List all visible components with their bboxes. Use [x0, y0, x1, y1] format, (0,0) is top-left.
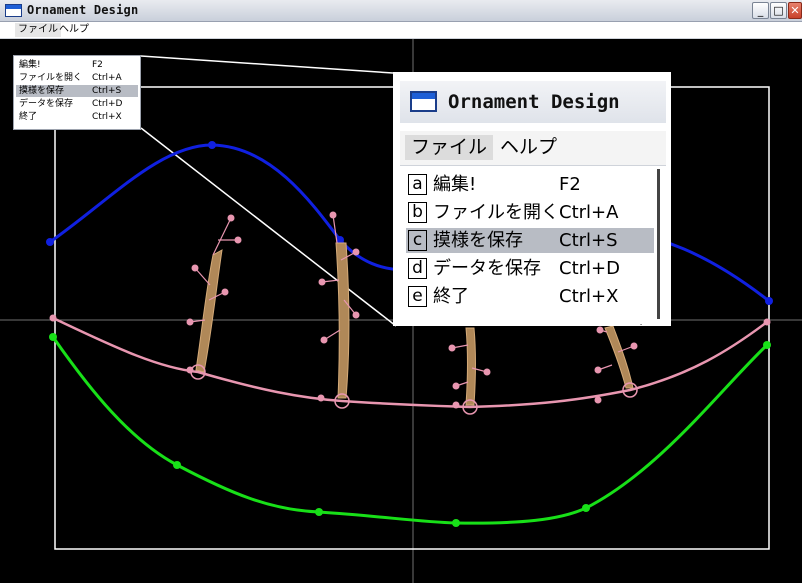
file-dropdown-menu: 編集! F2 ファイルを開く Ctrl+A 摸様を保存 Ctrl+S データを保… — [13, 55, 141, 130]
menu-item-save-pattern[interactable]: 摸様を保存 Ctrl+S — [16, 85, 138, 97]
item-letter-badge: b — [408, 202, 427, 223]
pink-control-point[interactable] — [763, 318, 771, 326]
zoomed-menu-help: ヘルプ — [500, 136, 558, 158]
menu-item-label: 終了 — [433, 286, 469, 307]
green-control-point[interactable] — [173, 461, 181, 469]
zoomed-menu-file: ファイル — [405, 135, 494, 160]
zoomed-item-open-file: b ファイルを開く Ctrl+A — [406, 200, 654, 225]
menu-item-shortcut: Ctrl+D — [92, 99, 123, 109]
menu-item-label: ファイルを開く — [433, 202, 559, 223]
window-icon — [410, 91, 437, 112]
ornament-branch-1[interactable] — [186, 214, 242, 380]
green-control-point[interactable] — [763, 341, 771, 349]
pink-control-point[interactable] — [452, 401, 460, 409]
zoomed-item-edit: a 編集! F2 — [406, 172, 654, 197]
window-title: Ornament Design — [27, 3, 139, 17]
zoomed-menu-bar: ファイル ヘルプ — [400, 131, 666, 166]
pink-control-point[interactable] — [49, 314, 57, 322]
zoomed-item-exit: e 終了 Ctrl+X — [406, 284, 654, 309]
item-letter-badge: d — [408, 258, 427, 279]
menu-item-label: 摸様を保存 — [19, 86, 65, 96]
zoomed-item-save-data: d データを保存 Ctrl+D — [406, 256, 654, 281]
zoomed-file-menu: a 編集! F2 b ファイルを開く Ctrl+A c 摸様を保存 Ctrl+S… — [404, 169, 660, 325]
zoomed-window-title: Ornament Design — [448, 91, 620, 113]
menu-item-label: 摸様を保存 — [433, 230, 523, 251]
title-bar[interactable]: Ornament Design _ □ ✕ — [0, 0, 802, 22]
menu-item-shortcut: Ctrl+S — [92, 86, 122, 96]
menu-item-shortcut: Ctrl+A — [559, 202, 619, 223]
menu-item-open-file[interactable]: ファイルを開く Ctrl+A — [16, 72, 138, 84]
menu-item-label: ファイルを開く — [19, 73, 83, 83]
menu-item-label: 編集! — [433, 174, 477, 195]
zoomed-callout: Ornament Design ファイル ヘルプ a 編集! F2 b ファイル… — [393, 72, 671, 326]
menu-item-shortcut: Ctrl+S — [559, 230, 618, 251]
app-window: Ornament Design _ □ ✕ ファイル ヘルプ 編集! F2 ファ… — [0, 0, 802, 583]
pink-curve[interactable] — [52, 316, 768, 409]
menu-bar: ファイル ヘルプ — [0, 22, 802, 39]
blue-control-point[interactable] — [208, 141, 216, 149]
menu-item-shortcut: Ctrl+D — [559, 258, 620, 279]
window-icon — [5, 4, 22, 17]
menu-item-edit[interactable]: 編集! F2 — [16, 59, 138, 71]
menu-item-shortcut: Ctrl+X — [559, 286, 619, 307]
menu-file[interactable]: ファイル — [15, 23, 61, 37]
close-button[interactable]: ✕ — [788, 2, 802, 19]
menu-item-shortcut: F2 — [559, 174, 581, 195]
menu-item-label: 編集! — [19, 60, 41, 70]
zoomed-title-bar: Ornament Design — [400, 81, 666, 123]
menu-item-exit[interactable]: 終了 Ctrl+X — [16, 111, 138, 123]
blue-control-point[interactable] — [46, 238, 54, 246]
menu-item-label: 終了 — [19, 112, 38, 122]
menu-item-shortcut: Ctrl+X — [92, 112, 122, 122]
item-letter-badge: a — [408, 174, 427, 195]
callout-line-top — [140, 55, 394, 74]
menu-item-label: データを保存 — [19, 99, 74, 109]
menu-item-shortcut: Ctrl+A — [92, 73, 122, 83]
ornament-branch-4[interactable] — [594, 325, 638, 398]
maximize-button[interactable]: □ — [770, 2, 787, 19]
ornament-branch-3[interactable] — [448, 327, 491, 415]
pink-control-point[interactable] — [186, 366, 194, 374]
menu-help[interactable]: ヘルプ — [56, 23, 92, 37]
green-control-point[interactable] — [582, 504, 590, 512]
menu-item-label: データを保存 — [433, 258, 541, 279]
pink-control-point[interactable] — [317, 394, 325, 402]
green-control-point[interactable] — [49, 333, 57, 341]
minimize-button[interactable]: _ — [752, 2, 769, 19]
menu-item-save-data[interactable]: データを保存 Ctrl+D — [16, 98, 138, 110]
menu-item-shortcut: F2 — [92, 60, 103, 70]
arrow-cursor-icon — [640, 324, 642, 325]
green-control-point[interactable] — [315, 508, 323, 516]
pink-control-point[interactable] — [594, 396, 602, 404]
item-letter-badge: e — [408, 286, 427, 307]
green-control-point[interactable] — [452, 519, 460, 527]
item-letter-badge: c — [408, 230, 427, 251]
callout-line-bottom — [140, 127, 397, 327]
blue-control-point[interactable] — [765, 297, 773, 305]
zoomed-item-save-pattern: c 摸様を保存 Ctrl+S — [406, 228, 654, 253]
